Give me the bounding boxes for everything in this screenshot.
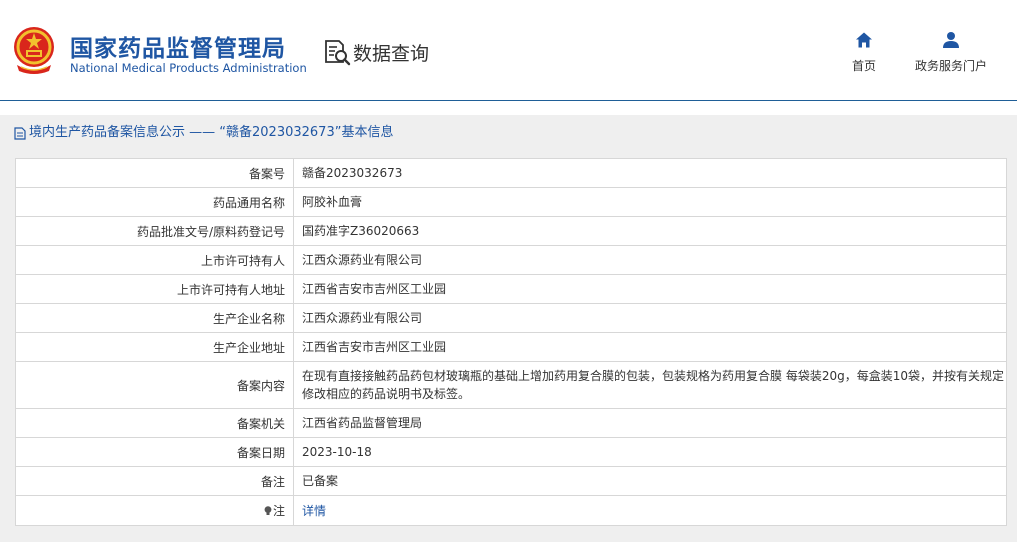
section-title: 数据查询 <box>323 38 429 66</box>
row-value: 已备案 <box>293 466 1007 496</box>
table-row: 药品通用名称 阿胶补血膏 <box>15 187 1007 217</box>
info-panel: 境内生产药品备案信息公示 —— “赣备2023032673”基本信息 备案号 赣… <box>0 115 1017 542</box>
nav-gov-portal[interactable]: 政务服务门户 <box>915 31 987 74</box>
row-value: 江西众源药业有限公司 <box>293 245 1007 275</box>
row-value: 江西省药品监督管理局 <box>293 408 1007 438</box>
row-value: 赣备2023032673 <box>293 158 1007 188</box>
document-icon <box>14 126 26 140</box>
table-row: 上市许可持有人地址 江西省吉安市吉州区工业园 <box>15 274 1007 304</box>
table-row: 生产企业名称 江西众源药业有限公司 <box>15 303 1007 333</box>
row-value: 江西省吉安市吉州区工业园 <box>293 274 1007 304</box>
row-label: 生产企业名称 <box>15 303 294 333</box>
row-label: 上市许可持有人 <box>15 245 294 275</box>
nav-gov-portal-label: 政务服务门户 <box>915 59 988 73</box>
note-value: 详情 <box>293 495 1007 526</box>
row-label: 备注 <box>15 466 294 496</box>
note-row: 注 详情 <box>15 495 1007 526</box>
site-title: 国家药品监督管理局 <box>70 36 286 62</box>
details-link[interactable]: 详情 <box>302 504 326 518</box>
table-row: 生产企业地址 江西省吉安市吉州区工业园 <box>15 332 1007 362</box>
national-emblem-icon <box>14 27 54 74</box>
user-icon <box>943 32 959 48</box>
table-row: 备案内容 在现有直接接触药品药包材玻璃瓶的基础上增加药用复合膜的包装，包装规格为… <box>15 361 1007 409</box>
table-row: 备案日期 2023-10-18 <box>15 437 1007 467</box>
table-row: 上市许可持有人 江西众源药业有限公司 <box>15 245 1007 275</box>
table-row: 备案机关 江西省药品监督管理局 <box>15 408 1007 438</box>
table-row: 药品批准文号/原料药登记号 国药准字Z36020663 <box>15 216 1007 246</box>
document-search-icon <box>325 40 351 66</box>
site-header: 国家药品监督管理局 National Medical Products Admi… <box>0 0 1017 101</box>
row-value: 2023-10-18 <box>293 437 1007 467</box>
row-label: 备案号 <box>15 158 294 188</box>
site-subtitle: National Medical Products Administration <box>70 61 307 75</box>
home-icon <box>856 32 872 48</box>
table-row: 备注 已备案 <box>15 466 1007 496</box>
note-label: 注 <box>15 495 294 526</box>
panel-title: 境内生产药品备案信息公示 —— “赣备2023032673”基本信息 <box>14 123 393 143</box>
row-label: 药品批准文号/原料药登记号 <box>15 216 294 246</box>
row-value: 阿胶补血膏 <box>293 187 1007 217</box>
nav-home[interactable]: 首页 <box>852 31 876 74</box>
table-row: 备案号 赣备2023032673 <box>15 158 1007 188</box>
row-value: 江西省吉安市吉州区工业园 <box>293 332 1007 362</box>
row-value: 在现有直接接触药品药包材玻璃瓶的基础上增加药用复合膜的包装，包装规格为药用复合膜… <box>293 361 1007 409</box>
row-label: 药品通用名称 <box>15 187 294 217</box>
nav-home-label: 首页 <box>852 59 877 73</box>
lightbulb-icon <box>264 506 272 515</box>
row-label: 备案日期 <box>15 437 294 467</box>
row-label: 备案内容 <box>15 361 294 409</box>
row-value: 国药准字Z36020663 <box>293 216 1007 246</box>
row-label: 上市许可持有人地址 <box>15 274 294 304</box>
row-label: 备案机关 <box>15 408 294 438</box>
row-value: 江西众源药业有限公司 <box>293 303 1007 333</box>
row-label: 生产企业地址 <box>15 332 294 362</box>
note-label-text: 注 <box>272 504 285 518</box>
section-title-text: 数据查询 <box>353 42 430 65</box>
record-info-table: 备案号 赣备2023032673 药品通用名称 阿胶补血膏 药品批准文号/原料药… <box>15 158 1007 526</box>
panel-title-text: 境内生产药品备案信息公示 —— “赣备2023032673”基本信息 <box>29 125 394 140</box>
